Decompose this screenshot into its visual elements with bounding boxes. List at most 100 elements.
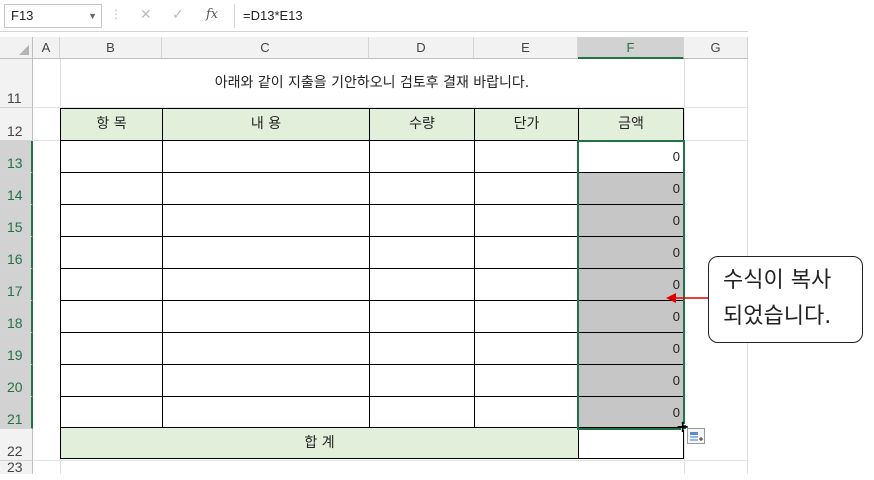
header-amount[interactable]: 금액 xyxy=(578,108,684,141)
gridline xyxy=(33,460,748,461)
unit-price-cell[interactable] xyxy=(474,364,579,397)
form-instruction: 아래와 같이 지출을 기안하오니 검토후 결재 바랍니다. xyxy=(214,75,530,91)
item-cell[interactable] xyxy=(60,236,163,269)
content-cell[interactable] xyxy=(162,268,370,301)
quantity-cell[interactable] xyxy=(369,396,475,429)
chevron-down-icon[interactable]: ▼ xyxy=(88,5,97,27)
column-header-a[interactable]: A xyxy=(33,37,60,59)
formula-input[interactable]: =D13*E13 xyxy=(234,4,746,28)
row-number: 12 xyxy=(7,123,23,139)
header-content[interactable]: 내 용 xyxy=(162,108,370,141)
row-number: 13 xyxy=(7,155,23,171)
row-number: 16 xyxy=(7,251,23,267)
unit-price-cell[interactable] xyxy=(474,396,579,429)
unit-price-cell[interactable] xyxy=(474,236,579,269)
check-icon[interactable]: ✓ xyxy=(172,7,184,23)
auto-fill-options-icon xyxy=(690,432,703,441)
row-header-15[interactable]: 15 xyxy=(0,205,33,237)
header-unit-price[interactable]: 단가 xyxy=(474,108,579,141)
amount-cell[interactable]: 0 xyxy=(578,140,684,173)
amount-cell[interactable]: 0 xyxy=(578,364,684,397)
content-cell[interactable] xyxy=(162,364,370,397)
close-icon[interactable]: ✕ xyxy=(140,7,152,23)
row-number: 22 xyxy=(7,443,23,459)
row-header-12[interactable]: 12 xyxy=(0,108,33,141)
column-header-c[interactable]: C xyxy=(162,37,369,59)
column-header-e[interactable]: E xyxy=(474,37,578,59)
item-cell[interactable] xyxy=(60,140,163,173)
row-number: 20 xyxy=(7,379,23,395)
amount-cell[interactable]: 0 xyxy=(578,396,684,429)
amount-cell[interactable]: 0 xyxy=(578,172,684,205)
item-cell[interactable] xyxy=(60,204,163,237)
total-amount-cell[interactable] xyxy=(578,427,684,459)
row-header-14[interactable]: 14 xyxy=(0,173,33,205)
column-header-b[interactable]: B xyxy=(60,37,162,59)
row-number: 11 xyxy=(7,90,22,106)
row-header-11[interactable]: 11 xyxy=(0,59,33,108)
insert-function-icon[interactable]: fx xyxy=(206,7,218,22)
row-number: 14 xyxy=(7,187,23,203)
unit-price-cell[interactable] xyxy=(474,300,579,333)
amount-cell[interactable]: 0 xyxy=(578,332,684,365)
quantity-cell[interactable] xyxy=(369,172,475,205)
item-cell[interactable] xyxy=(60,332,163,365)
header-item[interactable]: 항 목 xyxy=(60,108,163,141)
row-header-19[interactable]: 19 xyxy=(0,333,33,365)
content-cell[interactable] xyxy=(162,396,370,429)
row-header-13[interactable]: 13 xyxy=(0,141,33,173)
row-header-18[interactable]: 18 xyxy=(0,301,33,333)
column-header-f[interactable]: F xyxy=(578,37,684,59)
unit-price-cell[interactable] xyxy=(474,140,579,173)
quantity-cell[interactable] xyxy=(369,364,475,397)
quantity-cell[interactable] xyxy=(369,140,475,173)
content-cell[interactable] xyxy=(162,332,370,365)
item-cell[interactable] xyxy=(60,300,163,333)
unit-price-cell[interactable] xyxy=(474,268,579,301)
quantity-cell[interactable] xyxy=(369,236,475,269)
auto-fill-options-button[interactable] xyxy=(687,428,705,444)
content-cell[interactable] xyxy=(162,172,370,205)
callout-line-1: 수식이 복사 xyxy=(723,268,832,293)
row-header-16[interactable]: 16 xyxy=(0,237,33,269)
formula-bar: F13 ▼ ⋮ ✕ ✓ fx =D13*E13 xyxy=(0,0,748,32)
row-number: 23 xyxy=(7,459,23,474)
quantity-cell[interactable] xyxy=(369,300,475,333)
row-number: 21 xyxy=(7,411,23,427)
quantity-cell[interactable] xyxy=(369,268,475,301)
row-header-21[interactable]: 21 xyxy=(0,397,33,429)
gridline xyxy=(684,59,685,474)
more-options-icon: ⋮ xyxy=(110,7,122,21)
row-header-23[interactable]: 23 xyxy=(0,459,33,474)
row-number: 15 xyxy=(7,219,23,235)
select-all-button[interactable] xyxy=(0,37,33,59)
item-cell[interactable] xyxy=(60,364,163,397)
unit-price-cell[interactable] xyxy=(474,204,579,237)
row-header-20[interactable]: 20 xyxy=(0,365,33,397)
name-box-value: F13 xyxy=(11,8,34,23)
content-cell[interactable] xyxy=(162,140,370,173)
row-number: 17 xyxy=(7,283,23,299)
row-number: 19 xyxy=(7,347,23,363)
item-cell[interactable] xyxy=(60,172,163,205)
content-cell[interactable] xyxy=(162,204,370,237)
annotation-callout: 수식이 복사 되었습니다. xyxy=(708,256,863,343)
amount-cell[interactable]: 0 xyxy=(578,204,684,237)
item-cell[interactable] xyxy=(60,396,163,429)
column-header-d[interactable]: D xyxy=(369,37,474,59)
header-quantity[interactable]: 수량 xyxy=(369,108,475,141)
quantity-cell[interactable] xyxy=(369,204,475,237)
item-cell[interactable] xyxy=(60,268,163,301)
content-cell[interactable] xyxy=(162,236,370,269)
unit-price-cell[interactable] xyxy=(474,332,579,365)
column-header-g[interactable]: G xyxy=(684,37,748,59)
quantity-cell[interactable] xyxy=(369,332,475,365)
row-header-22[interactable]: 22 xyxy=(0,429,33,461)
row-header-17[interactable]: 17 xyxy=(0,269,33,301)
content-cell[interactable] xyxy=(162,300,370,333)
callout-line-2: 되었습니다. xyxy=(723,304,832,329)
total-label[interactable]: 합 계 xyxy=(60,427,579,459)
unit-price-cell[interactable] xyxy=(474,172,579,205)
name-box[interactable]: F13 ▼ xyxy=(4,4,102,28)
amount-cell[interactable]: 0 xyxy=(578,236,684,269)
